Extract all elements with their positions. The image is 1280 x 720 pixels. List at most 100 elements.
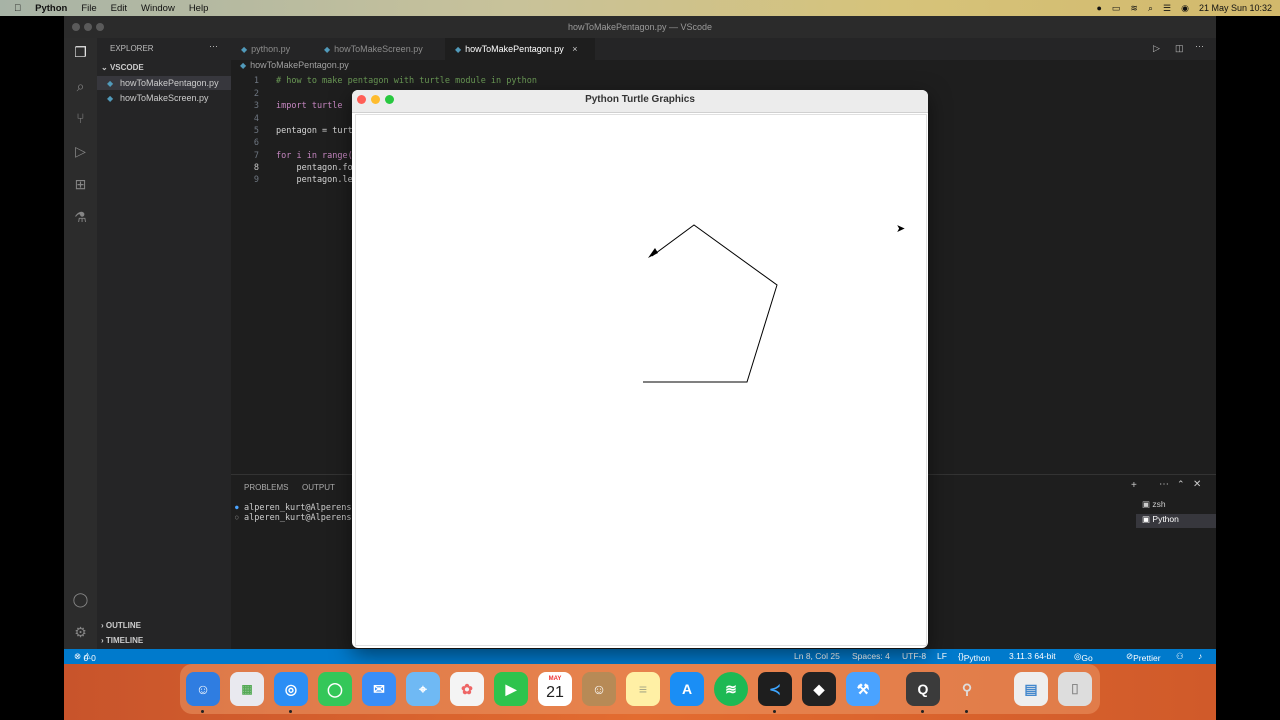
encoding[interactable]: UTF-8 — [902, 651, 926, 661]
extensions-icon[interactable]: ⊞ — [72, 176, 89, 193]
control-center-icon[interactable]: ☰ — [1163, 3, 1171, 14]
problems-status[interactable]: ⊗ 0 ⚠ 0 — [74, 651, 96, 663]
status-bar: ⊗ 0 ⚠ 0 Ln 8, Col 25 Spaces: 4 UTF-8 LF … — [64, 649, 1216, 664]
trash-icon[interactable]: ⌷ — [1058, 672, 1092, 706]
finder-icon[interactable]: ☺ — [186, 672, 220, 706]
rocket-icon[interactable]: ⚲ — [950, 672, 984, 706]
turtle-canvas[interactable] — [355, 114, 927, 646]
app-store-icon[interactable]: A — [670, 672, 704, 706]
terminal-list-python[interactable]: ▣ Python — [1136, 514, 1216, 528]
menu-help[interactable]: Help — [189, 3, 209, 14]
vscode-icon[interactable]: ≺ — [758, 672, 792, 706]
preview-icon[interactable]: ▤ — [1014, 672, 1048, 706]
davinci-resolve-icon[interactable]: ◆ — [802, 672, 836, 706]
menu-file[interactable]: File — [81, 3, 96, 14]
tab-label: howToMakePentagon.py — [465, 44, 564, 54]
contacts-icon[interactable]: ☺ — [582, 672, 616, 706]
code-line: import turtle — [276, 101, 343, 111]
close-window-button[interactable] — [357, 95, 366, 104]
zoom-window-button[interactable] — [385, 95, 394, 104]
explorer-icon[interactable]: ❐ — [72, 44, 89, 61]
prettier-label: Prettier — [1133, 653, 1161, 663]
panel-tab-output[interactable]: OUTPUT — [302, 483, 335, 492]
python-file-icon: ◆ — [455, 45, 462, 54]
tab-label: python.py — [251, 44, 291, 54]
messages-icon[interactable]: ◯ — [318, 672, 352, 706]
minimize-window-button[interactable] — [371, 95, 380, 104]
terminal-icon: ▣ — [1142, 514, 1151, 524]
siri-icon[interactable]: ◉ — [1181, 3, 1189, 14]
terminal-name: zsh — [1152, 499, 1166, 509]
timeline-label: TIMELINE — [105, 636, 144, 645]
split-editor-icon[interactable]: ◫ — [1175, 43, 1184, 54]
search-icon[interactable]: ⌕ — [72, 78, 89, 95]
menu-app-python[interactable]: Python — [35, 3, 67, 14]
language-mode[interactable]: {} Python — [958, 651, 990, 663]
explorer-file[interactable]: ◆ howToMakeScreen.py — [97, 91, 231, 105]
indentation[interactable]: Spaces: 4 — [852, 651, 890, 661]
cursor-position[interactable]: Ln 8, Col 25 — [794, 651, 840, 661]
photos-icon[interactable]: ✿ — [450, 672, 484, 706]
folder-vscode[interactable]: ⌄ VSCODE — [101, 63, 144, 72]
testing-icon[interactable]: ⚗ — [72, 209, 89, 226]
facetime-icon[interactable]: ▶ — [494, 672, 528, 706]
timeline-section[interactable]: › TIMELINE — [101, 636, 143, 645]
maps-icon[interactable]: ⌖ — [406, 672, 440, 706]
account-icon[interactable]: ◯ — [72, 591, 89, 608]
calendar-icon[interactable]: MAY 21 — [538, 672, 572, 706]
code-line: # how to make pentagon with turtle modul… — [276, 76, 537, 86]
tab-label: howToMakeScreen.py — [334, 44, 423, 54]
tab-python-py[interactable]: ◆ python.py — [231, 38, 313, 60]
notes-icon[interactable]: ≡ — [626, 672, 660, 706]
turtle-titlebar: Python Turtle Graphics — [352, 90, 928, 113]
python-interpreter[interactable]: 3.11.3 64-bit — [1009, 651, 1056, 661]
quicktime-icon[interactable]: Q — [906, 672, 940, 706]
feedback-icon[interactable]: ⚇ — [1176, 651, 1184, 662]
run-debug-icon[interactable]: ▷ — [72, 143, 89, 160]
terminal-dot-icon: ● — [235, 504, 239, 511]
spotify-icon[interactable]: ≋ — [714, 672, 748, 706]
prettier-button[interactable]: ⊘ Prettier — [1126, 651, 1161, 663]
editor-more-icon[interactable]: ⋯ — [1195, 41, 1204, 52]
explorer-file-active[interactable]: ◆ howToMakePentagon.py — [97, 76, 231, 90]
source-control-icon[interactable]: ⑂ — [72, 110, 89, 127]
menubar-datetime[interactable]: 21 May Sun 10:32 — [1199, 3, 1272, 13]
wifi-icon[interactable]: ≋ — [1130, 3, 1138, 14]
record-icon[interactable]: ● — [1096, 3, 1101, 13]
code-line: pentagon = turtl — [276, 126, 358, 136]
tab-howtomakepentagon[interactable]: ◆ howToMakePentagon.py × — [445, 38, 595, 60]
desktop-left — [0, 16, 64, 720]
go-live-button[interactable]: ◎ Go Live — [1074, 651, 1097, 664]
menu-window[interactable]: Window — [141, 3, 175, 14]
panel-tab-problems[interactable]: PROBLEMS — [244, 483, 288, 492]
python-file-icon: ◆ — [107, 94, 114, 103]
battery-icon[interactable]: ▭ — [1112, 3, 1121, 14]
xcode-icon[interactable]: ⚒ — [846, 672, 880, 706]
search-icon[interactable]: ⌕ — [1148, 3, 1153, 14]
launchpad-icon[interactable]: ▦ — [230, 672, 264, 706]
mail-icon[interactable]: ✉ — [362, 672, 396, 706]
outline-section[interactable]: › OUTLINE — [101, 621, 141, 630]
breadcrumb-file[interactable]: howToMakePentagon.py — [250, 60, 349, 70]
more-actions-icon[interactable]: ⋯ — [209, 41, 218, 52]
notifications-bell-icon[interactable]: ♪ — [1198, 651, 1202, 661]
settings-gear-icon[interactable]: ⚙ — [72, 624, 89, 641]
running-indicator — [965, 710, 968, 713]
safari-icon[interactable]: ◎ — [274, 672, 308, 706]
maximize-panel-icon[interactable]: ⌃ — [1177, 479, 1185, 490]
panel-more-icon[interactable]: ⋯ — [1159, 479, 1169, 490]
python-file-icon: ◆ — [240, 61, 247, 70]
new-terminal-icon[interactable]: + — [1131, 480, 1137, 491]
run-file-icon[interactable]: ▷ — [1153, 43, 1160, 54]
terminal-list-zsh[interactable]: ▣ zsh — [1136, 499, 1216, 513]
close-tab-icon[interactable]: × — [572, 44, 577, 54]
close-panel-icon[interactable]: ✕ — [1193, 479, 1201, 490]
tab-howtomakescreen[interactable]: ◆ howToMakeScreen.py — [314, 38, 444, 60]
end-of-line[interactable]: LF — [937, 651, 947, 661]
apple-icon[interactable]:  — [14, 3, 21, 14]
explorer-sidebar: EXPLORER ⋯ ⌄ VSCODE ◆ howToMakePentagon.… — [97, 38, 231, 656]
vscode-titlebar: howToMakePentagon.py — VScode — [64, 16, 1216, 38]
turtle-graphics-window: Python Turtle Graphics — [352, 90, 928, 648]
menu-edit[interactable]: Edit — [111, 3, 127, 14]
code-line: pentagon.fo — [276, 163, 353, 173]
